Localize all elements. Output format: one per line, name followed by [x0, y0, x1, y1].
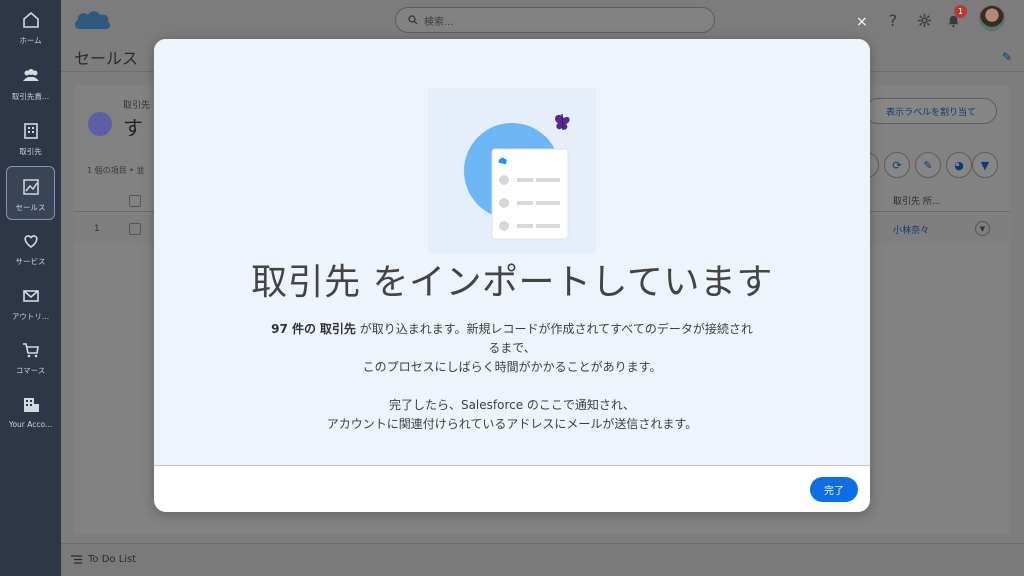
- modal-close-icon[interactable]: ×: [856, 14, 868, 30]
- contacts-icon: [22, 69, 39, 81]
- sidebar-item-label: セールス: [15, 203, 46, 212]
- todo-list-button[interactable]: To Do List: [71, 554, 136, 565]
- notification-badge: 1: [954, 5, 967, 18]
- salesforce-logo-icon: [74, 11, 111, 30]
- import-illustration-graphic: [464, 113, 570, 240]
- sidebar-item-label: 取引先: [19, 147, 42, 156]
- app-sidebar: ホーム 取引先責... 取引先 セールス サービス アウトリ... コマース Y…: [0, 0, 61, 576]
- row-checkbox[interactable]: [129, 223, 141, 235]
- breadcrumb: 取引先: [123, 101, 151, 111]
- sidebar-item-label: ホーム: [19, 36, 42, 45]
- gear-icon[interactable]: [914, 10, 934, 30]
- list-icon: [71, 555, 82, 564]
- app-title: セールス: [74, 49, 139, 68]
- sidebar-item-home[interactable]: ホーム: [0, 0, 61, 54]
- modal-message-line-2: るまで、: [488, 341, 536, 355]
- done-button[interactable]: 完了: [810, 477, 858, 502]
- accounts-object-icon: [88, 112, 112, 136]
- edit-list-icon[interactable]: ✎: [915, 152, 941, 178]
- home-icon: [22, 11, 39, 28]
- utility-bar: To Do List: [61, 543, 1024, 576]
- record-count: 97 件の: [271, 322, 317, 336]
- row-owner-link[interactable]: 小林奈々: [893, 223, 929, 236]
- modal-message-line-5: アカウントに関連付けられているアドレスにメールが送信されます。: [326, 417, 698, 431]
- sidebar-item-contacts[interactable]: 取引先責...: [0, 56, 61, 110]
- list-meta: 1 個の項目 • 並: [87, 166, 145, 175]
- chart-toggle-icon[interactable]: ◕: [946, 152, 972, 178]
- todo-label: To Do List: [88, 554, 137, 565]
- search-placeholder: 検索...: [424, 16, 454, 28]
- column-header-owner[interactable]: 取引先 所...: [893, 194, 940, 207]
- office-icon: [23, 398, 39, 412]
- modal-body: 取引先 をインポートしています 97 件の 取引先 が取り込まれます。新規レコー…: [154, 39, 870, 466]
- sidebar-item-sales[interactable]: セールス: [6, 166, 55, 220]
- envelope-icon: [22, 290, 39, 302]
- building-icon: [23, 123, 38, 139]
- select-all-checkbox[interactable]: [129, 195, 141, 207]
- message-text-tail: れ: [740, 322, 753, 336]
- assign-label-button[interactable]: 表示ラベルを割り当て: [865, 98, 997, 124]
- global-header: 検索... ? 1: [61, 0, 1024, 40]
- modal-message-line-3: このプロセスにしばらく時間がかかることがあります。: [362, 360, 662, 374]
- filter-icon[interactable]: ▼: [972, 152, 998, 178]
- sidebar-item-label: 取引先責...: [11, 92, 50, 101]
- refresh-icon[interactable]: ⟳: [884, 152, 910, 178]
- edit-nav-icon[interactable]: ✎: [1002, 50, 1012, 64]
- sidebar-item-label: Your Acco...: [8, 420, 53, 429]
- sidebar-item-label: サービス: [15, 257, 46, 266]
- sidebar-item-your-account[interactable]: Your Acco...: [0, 385, 61, 439]
- import-modal: 取引先 をインポートしています 97 件の 取引先 が取り込まれます。新規レコー…: [154, 39, 870, 512]
- modal-message-line-1: 97 件の 取引先 が取り込まれます。新規レコードが作成されてすべてのデータが接…: [154, 320, 870, 339]
- help-icon[interactable]: ?: [883, 10, 903, 30]
- sidebar-item-commerce[interactable]: コマース: [0, 330, 61, 384]
- sidebar-item-label: アウトリ...: [11, 312, 50, 321]
- sidebar-item-label: コマース: [15, 366, 46, 375]
- heart-icon: [23, 235, 38, 248]
- message-text: が取り込まれます。新規レコードが作成されてすべてのデータが接続さ: [359, 322, 741, 336]
- sidebar-item-outreach[interactable]: アウトリ...: [0, 276, 61, 330]
- row-number: 1: [94, 224, 100, 234]
- import-illustration: [428, 88, 596, 254]
- global-search-input[interactable]: 検索...: [395, 7, 715, 33]
- object-name: 取引先: [319, 322, 356, 336]
- search-icon: [408, 15, 418, 25]
- modal-title: 取引先 をインポートしています: [251, 262, 773, 303]
- user-avatar[interactable]: [979, 5, 1005, 31]
- row-menu-chevron-icon[interactable]: ▼: [975, 221, 990, 236]
- cart-icon: [22, 343, 39, 358]
- list-view-title[interactable]: す: [123, 112, 143, 141]
- sidebar-item-accounts[interactable]: 取引先: [0, 111, 61, 165]
- chart-icon: [22, 179, 39, 195]
- modal-message-line-4: 完了したら、Salesforce のここで通知され、: [388, 398, 636, 412]
- sidebar-item-service[interactable]: サービス: [0, 221, 61, 275]
